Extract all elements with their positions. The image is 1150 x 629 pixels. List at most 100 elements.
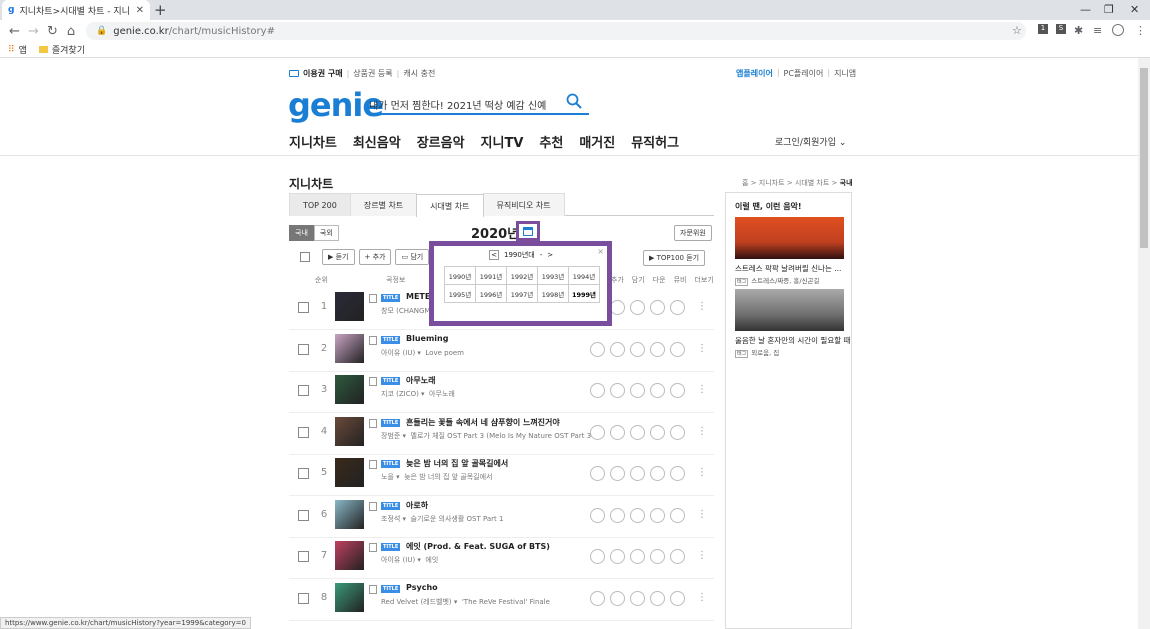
search-icon[interactable] — [566, 93, 582, 109]
artist-album[interactable]: 아이유 (IU) ▾ Love poem — [381, 348, 591, 358]
music-video-icon[interactable] — [670, 466, 685, 481]
browser-tab[interactable]: g 지니차트>시대별 차트 - 지니 ✕ — [2, 0, 150, 20]
minimize-icon[interactable]: — — [1080, 3, 1091, 16]
row-checkbox[interactable] — [298, 592, 309, 604]
top100-play-button[interactable]: ▶ TOP100 듣기 — [643, 250, 706, 266]
lyrics-icon[interactable] — [369, 460, 377, 469]
close-popup-icon[interactable]: × — [597, 247, 604, 256]
more-icon[interactable]: ⋮ — [697, 509, 707, 520]
nav-magazine[interactable]: 매거진 — [579, 132, 615, 151]
lyrics-icon[interactable] — [369, 294, 377, 303]
album-art[interactable] — [335, 375, 364, 404]
album-art[interactable] — [335, 499, 364, 529]
app-player-link[interactable]: 앱플레이어 — [736, 68, 773, 79]
download-icon[interactable] — [650, 507, 665, 523]
extension-s-icon[interactable]: S — [1056, 24, 1066, 34]
nav-recommend[interactable]: 추천 — [539, 132, 563, 151]
star-icon[interactable]: ☆ — [1012, 24, 1022, 37]
profile-icon[interactable] — [1112, 24, 1124, 36]
folder-icon[interactable] — [630, 549, 645, 564]
play-icon[interactable] — [590, 341, 605, 357]
lyrics-icon[interactable] — [369, 335, 377, 345]
song-title[interactable]: Psycho — [406, 583, 591, 592]
extension-icon[interactable]: 1 — [1038, 24, 1048, 34]
song-title[interactable]: 에잇 (Prod. & Feat. SUGA of BTS) — [406, 541, 591, 552]
tab-mv[interactable]: 뮤직비디오 차트 — [482, 193, 565, 216]
album-art[interactable] — [335, 292, 364, 321]
add-icon[interactable] — [610, 590, 625, 606]
download-icon[interactable] — [650, 590, 665, 606]
url-input[interactable]: 🔒 genie.co.kr/chart/musicHistory# — [86, 22, 1026, 40]
row-checkbox[interactable] — [298, 343, 309, 355]
region-domestic[interactable]: 국내 — [289, 225, 314, 241]
recommend-image-2[interactable] — [735, 289, 844, 331]
album-art[interactable] — [335, 416, 364, 446]
row-checkbox[interactable] — [298, 468, 309, 479]
play-icon[interactable] — [590, 549, 605, 564]
lyrics-icon[interactable] — [369, 377, 377, 386]
lyrics-icon[interactable] — [369, 501, 377, 511]
download-icon[interactable] — [650, 549, 665, 564]
add-button[interactable]: + 추가 — [358, 249, 392, 265]
folder-icon[interactable] — [630, 507, 645, 523]
row-checkbox[interactable] — [298, 509, 309, 521]
song-title[interactable]: Blueming — [406, 334, 591, 343]
charge-cash-link[interactable]: 캐시 충전 — [403, 68, 435, 79]
add-icon[interactable] — [610, 507, 625, 523]
year-option[interactable]: 1995년 — [445, 285, 476, 303]
reload-icon[interactable]: ↻ — [47, 24, 58, 39]
folder-icon[interactable] — [630, 424, 645, 440]
folder-icon[interactable] — [630, 383, 645, 398]
page-scrollbar[interactable] — [1138, 58, 1150, 629]
album-art[interactable] — [335, 582, 364, 612]
tab-era[interactable]: 시대별 차트 — [416, 194, 484, 217]
lyrics-icon[interactable] — [369, 584, 377, 594]
window-close-icon[interactable]: ✕ — [1130, 3, 1139, 16]
forward-icon[interactable]: → — [28, 24, 39, 39]
year-option[interactable]: 1997년 — [507, 285, 538, 303]
more-icon[interactable]: ⋮ — [697, 426, 707, 437]
add-icon[interactable] — [610, 549, 625, 564]
play-icon[interactable] — [590, 507, 605, 523]
more-icon[interactable]: ⋮ — [697, 592, 707, 603]
row-checkbox[interactable] — [298, 551, 309, 562]
year-option[interactable]: 1996년 — [476, 285, 507, 303]
year-option[interactable]: 1994년 — [569, 267, 600, 285]
lyrics-icon[interactable] — [369, 418, 377, 428]
scrollbar-thumb[interactable] — [1140, 68, 1148, 248]
back-icon[interactable]: ← — [9, 24, 20, 39]
music-video-icon[interactable] — [670, 549, 685, 564]
download-icon[interactable] — [650, 341, 665, 357]
add-icon[interactable] — [610, 341, 625, 357]
register-voucher-link[interactable]: 상품권 등록 — [353, 68, 392, 79]
artist-album[interactable]: 아이유 (IU) ▾ 에잇 — [381, 555, 591, 565]
year-option[interactable]: 1993년 — [538, 267, 569, 285]
download-icon[interactable] — [650, 383, 665, 398]
folder-icon[interactable] — [630, 590, 645, 606]
folder-icon[interactable] — [630, 341, 645, 357]
add-icon[interactable] — [610, 383, 625, 398]
music-video-icon[interactable] — [670, 507, 685, 523]
restore-icon[interactable]: ❐ — [1104, 3, 1114, 16]
row-checkbox[interactable] — [298, 385, 309, 396]
next-decade-icon[interactable]: > — [547, 251, 553, 259]
download-icon[interactable] — [650, 300, 665, 315]
prev-decade-icon[interactable]: < — [489, 250, 499, 260]
nav-chart[interactable]: 지니차트 — [289, 132, 337, 151]
row-checkbox[interactable] — [298, 426, 309, 438]
play-icon[interactable] — [590, 466, 605, 481]
apps-label[interactable]: 앱 — [19, 43, 27, 56]
music-video-icon[interactable] — [670, 300, 685, 315]
search-input[interactable]: 내가 먼저 찜한다! 2021년 떡상 예감 신예 — [369, 93, 589, 115]
nav-latest[interactable]: 최신음악 — [353, 132, 401, 151]
music-video-icon[interactable] — [670, 424, 685, 440]
nav-tv[interactable]: 지니TV — [481, 132, 524, 151]
song-title[interactable]: 흔들리는 꽃들 속에서 네 샴푸향이 느껴진거야 — [406, 417, 591, 428]
new-tab-icon[interactable]: + — [154, 1, 167, 19]
add-icon[interactable] — [610, 424, 625, 440]
folder-icon[interactable] — [630, 300, 645, 315]
recommend-title-1[interactable]: 스트레스 팍팍 날려버릴 신나는 ... — [735, 263, 841, 274]
tab-top200[interactable]: TOP 200 — [289, 193, 351, 216]
nav-genre[interactable]: 장르음악 — [417, 132, 465, 151]
tab-genre[interactable]: 장르별 차트 — [349, 193, 418, 216]
